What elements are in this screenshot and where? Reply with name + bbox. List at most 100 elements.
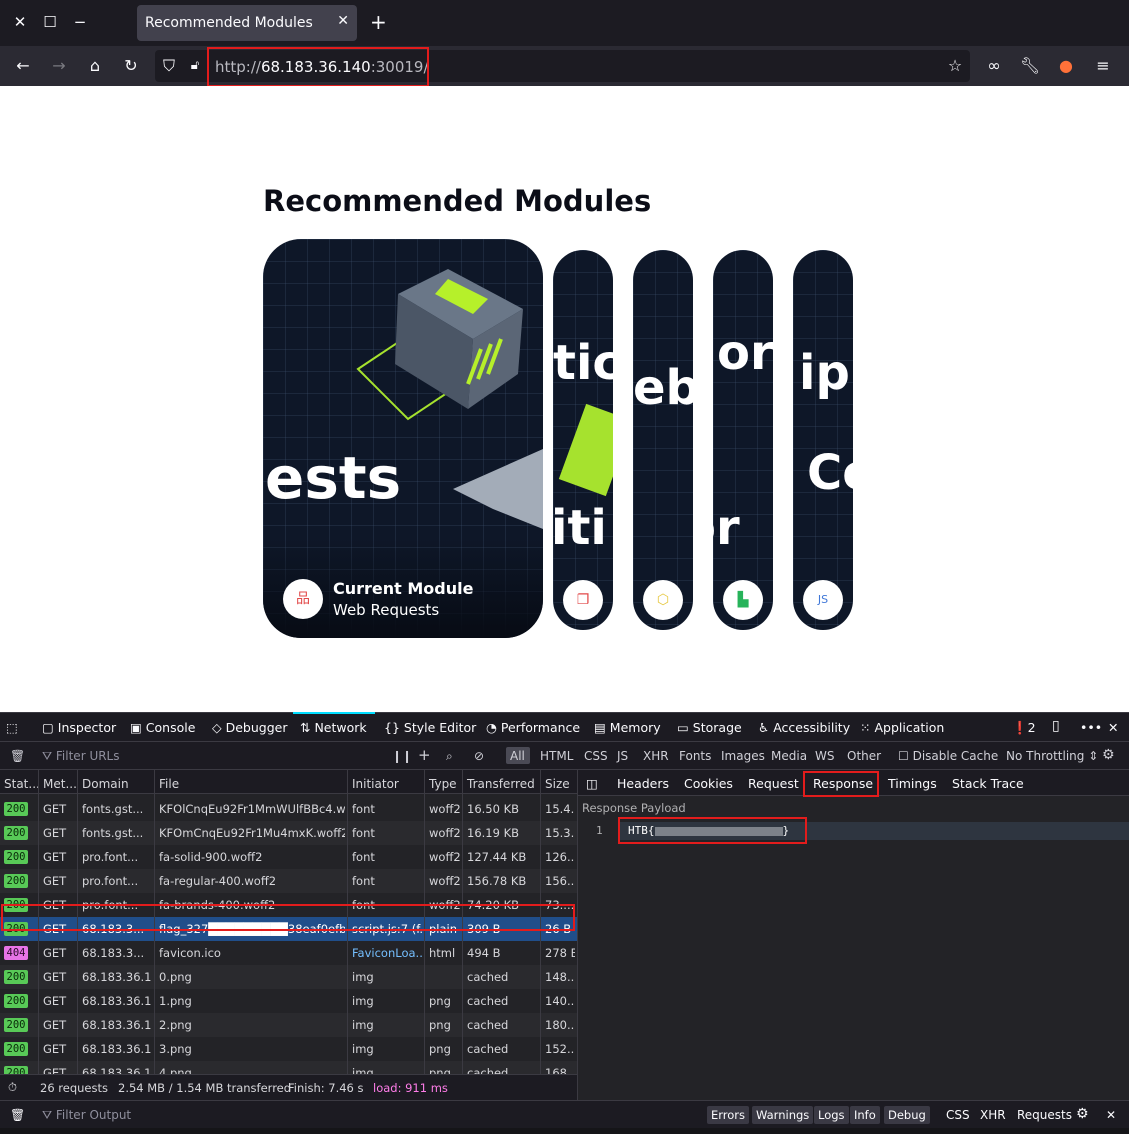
module-card-4[interactable]: ip Co JS <box>793 250 853 630</box>
element-picker-icon[interactable]: ⬚ <box>6 720 18 735</box>
table-row[interactable]: 200 GET fonts.gst... KFOmCnqEu92Fr1Mu4mxK.w… <box>0 821 577 845</box>
filter-output-input[interactable]: ⛛ Filter Output <box>42 1108 131 1123</box>
col-size[interactable]: Size <box>545 777 570 791</box>
toggle-sidebar-icon[interactable]: ◫ <box>586 776 598 791</box>
col-method[interactable]: Met... <box>43 777 77 791</box>
console-trash-icon[interactable]: 🗑︎ <box>10 1108 25 1122</box>
close-window-icon[interactable]: ✕ <box>10 12 30 32</box>
table-row[interactable]: 200 GET 68.183.36.1... 3.png img png cached 152… <box>0 1037 577 1061</box>
status-badge: 200 <box>4 994 28 1008</box>
console-errors-button[interactable]: Errors <box>707 1106 750 1124</box>
col-file[interactable]: File <box>159 777 179 791</box>
tab-application[interactable]: ⁙ Application <box>860 720 944 735</box>
table-row[interactable]: 200 GET pro.font... fa-regular-400.woff2 fon… <box>0 869 577 893</box>
filter-images[interactable]: Images <box>721 749 765 763</box>
table-row[interactable]: 404 GET 68.183.3... favicon.ico FaviconLoa..… <box>0 941 577 965</box>
disable-cache-checkbox[interactable]: ☐ Disable Cache <box>898 749 998 763</box>
block-icon[interactable]: ⊘ <box>474 749 484 763</box>
cell-domain: pro.font... <box>82 874 139 888</box>
tab-performance[interactable]: ◔ Performance <box>486 720 580 735</box>
extension-fox-icon[interactable]: ● <box>1054 54 1078 78</box>
settings-gear-icon[interactable]: ⚙ <box>1102 747 1115 763</box>
console-close-icon[interactable]: ✕ <box>1106 1108 1116 1122</box>
console-warnings-button[interactable]: Warnings <box>752 1106 814 1124</box>
trash-icon[interactable]: 🗑︎ <box>10 749 25 763</box>
table-row[interactable]: 200 GET 68.183.36.1... 0.png img cached 148...… <box>0 965 577 989</box>
lock-icon[interactable]: 🔓︎ <box>183 54 207 78</box>
module-card-current[interactable]: ests 品 Current Module Web Requests <box>263 239 543 638</box>
table-row[interactable]: 200 GET 68.183.36.1... 2.png img png cached 180… <box>0 1013 577 1037</box>
forward-icon[interactable]: → <box>47 54 71 78</box>
console-requests-toggle[interactable]: Requests <box>1017 1108 1072 1122</box>
response-code-line: 1 HTB{} <box>578 817 1129 844</box>
wrench-icon[interactable]: 🔧︎ <box>1018 54 1042 78</box>
tab-headers[interactable]: Headers <box>617 776 669 791</box>
maximize-window-icon[interactable]: ☐ <box>40 12 60 32</box>
tab-request[interactable]: Request <box>748 776 799 791</box>
module-card-3[interactable]: or or ▙ <box>713 250 773 630</box>
dock-icon[interactable]: ▯ <box>1052 718 1060 734</box>
shield-icon[interactable]: ⛉ <box>157 54 181 78</box>
col-domain[interactable]: Domain <box>82 777 129 791</box>
more-options-icon[interactable]: ••• <box>1080 720 1102 735</box>
console-css-toggle[interactable]: CSS <box>946 1108 970 1122</box>
cell-transferred: cached <box>467 1042 509 1056</box>
tab-memory[interactable]: ▤ Memory <box>594 720 661 735</box>
tab-stack-trace[interactable]: Stack Trace <box>952 776 1024 791</box>
filter-xhr[interactable]: XHR <box>643 749 669 763</box>
col-status[interactable]: Stat... <box>4 777 40 791</box>
col-type[interactable]: Type <box>429 777 457 791</box>
throttling-select[interactable]: No Throttling ⇕ <box>1006 749 1098 763</box>
console-xhr-toggle[interactable]: XHR <box>980 1108 1006 1122</box>
tab-debugger[interactable]: ◇ Debugger <box>212 720 287 735</box>
filter-other[interactable]: Other <box>847 749 881 763</box>
filter-urls-input[interactable]: ⛛ Filter URLs <box>42 749 120 764</box>
cell-size: 148.... <box>545 970 575 984</box>
cell-file: 0.png <box>159 970 192 984</box>
error-count-badge[interactable]: ❗2 <box>1012 720 1036 736</box>
table-row[interactable]: 200 GET fonts.gst... KFOlCnqEu92Fr1MmWUlfBB… <box>0 797 577 821</box>
console-settings-gear-icon[interactable]: ⚙ <box>1076 1106 1089 1122</box>
private-mask-icon[interactable]: ∞ <box>982 54 1006 78</box>
col-transferred[interactable]: Transferred <box>467 777 535 791</box>
console-info-button[interactable]: Info <box>850 1106 880 1124</box>
col-initiator[interactable]: Initiator <box>352 777 399 791</box>
filter-fonts[interactable]: Fonts <box>679 749 711 763</box>
filter-html[interactable]: HTML <box>540 749 573 763</box>
tab-console[interactable]: ▣ Console <box>130 720 195 735</box>
tab-network[interactable]: ⇅ Network <box>300 720 367 735</box>
console-debug-button[interactable]: Debug <box>884 1106 930 1124</box>
table-row[interactable]: 200 GET 68.183.36.1... 1.png img png cached 140… <box>0 989 577 1013</box>
reload-icon[interactable]: ↻ <box>119 54 143 78</box>
browser-tab[interactable]: Recommended Modules ✕ <box>137 5 357 41</box>
tab-storage[interactable]: ▭ Storage <box>677 720 742 735</box>
cell-domain: pro.font... <box>82 850 139 864</box>
filter-css[interactable]: CSS <box>584 749 608 763</box>
filter-js[interactable]: JS <box>617 749 628 763</box>
pause-icon[interactable]: ❙❙ <box>392 749 412 763</box>
search-icon[interactable]: ⌕ <box>446 749 453 764</box>
tab-timings[interactable]: Timings <box>888 776 937 791</box>
bookmark-star-icon[interactable]: ☆ <box>943 54 967 78</box>
tab-close-icon[interactable]: ✕ <box>337 13 349 29</box>
filter-media[interactable]: Media <box>771 749 807 763</box>
new-tab-icon[interactable]: + <box>370 10 387 34</box>
tab-cookies[interactable]: Cookies <box>684 776 733 791</box>
tab-accessibility[interactable]: ♿︎ Accessibility <box>758 720 850 735</box>
filter-all[interactable]: All <box>510 749 525 763</box>
current-module-name: Web Requests <box>333 601 440 619</box>
filter-ws[interactable]: WS <box>815 749 834 763</box>
tab-style-editor[interactable]: {} Style Editor <box>384 720 476 735</box>
console-logs-button[interactable]: Logs <box>814 1106 849 1124</box>
cell-size: 126.... <box>545 850 575 864</box>
back-icon[interactable]: ← <box>11 54 35 78</box>
home-icon[interactable]: ⌂ <box>83 54 107 78</box>
hamburger-menu-icon[interactable]: ≡ <box>1091 54 1115 78</box>
minimize-window-icon[interactable]: − <box>70 12 90 32</box>
close-devtools-icon[interactable]: ✕ <box>1108 720 1118 735</box>
add-icon[interactable]: + <box>418 746 431 764</box>
module-card-2[interactable]: eb g ⬡ <box>633 250 693 630</box>
tab-inspector[interactable]: ▢ Inspector <box>42 720 116 735</box>
table-row[interactable]: 200 GET pro.font... fa-solid-900.woff2 font w… <box>0 845 577 869</box>
module-card-1[interactable]: tic iti ❐ <box>553 250 613 630</box>
